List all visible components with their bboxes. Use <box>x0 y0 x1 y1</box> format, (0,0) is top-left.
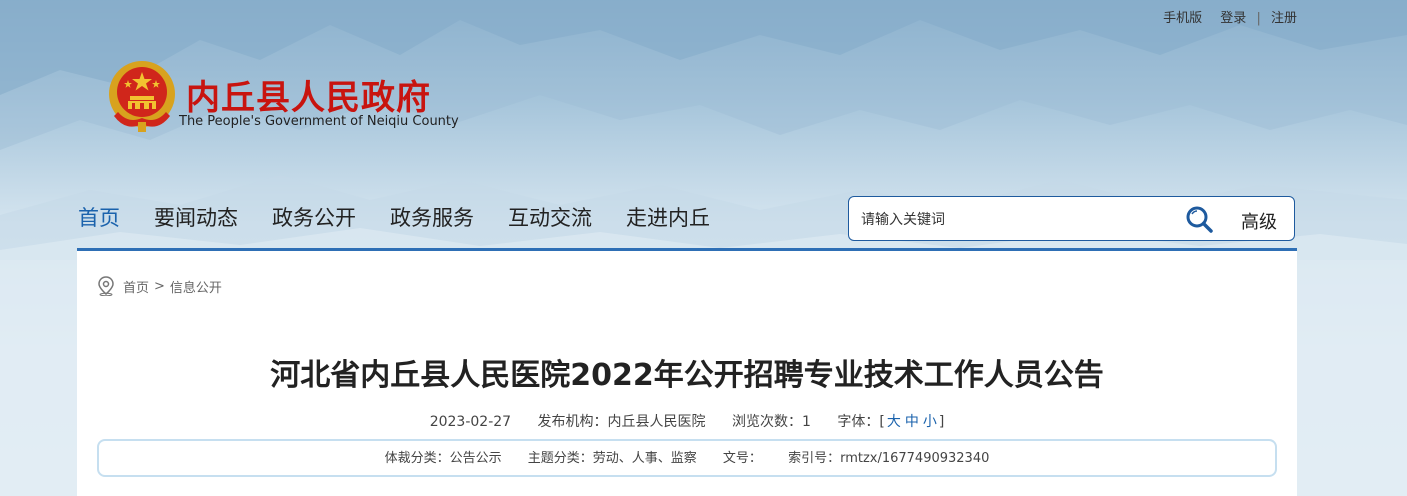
nav-divider <box>77 248 1297 251</box>
article-meta: 2023-02-27 发布机构：内丘县人民医院 浏览次数：1 字体：[大中小] <box>77 411 1297 431</box>
register-link[interactable]: 注册 <box>1271 11 1297 26</box>
font-size-label: 字体：[ <box>837 414 885 430</box>
search-input[interactable] <box>859 205 1173 235</box>
nav-item-gov-open[interactable]: 政务公开 <box>272 203 356 233</box>
mobile-version-link[interactable]: 手机版 <box>1163 11 1202 26</box>
font-medium-button[interactable]: 中 <box>903 414 921 430</box>
site-subtitle: The People's Government of Neiqiu County <box>179 114 459 129</box>
site-title: 内丘县人民政府 <box>186 78 431 118</box>
location-pin-icon <box>98 276 114 296</box>
login-link[interactable]: 登录 <box>1220 11 1246 26</box>
national-emblem-icon <box>109 61 175 132</box>
font-small-button[interactable]: 小 <box>921 414 939 430</box>
article-info-box: 体裁分类：公告公示 主题分类：劳动、人事、监察 文号： 索引号：rmtzx/16… <box>97 439 1277 477</box>
breadcrumb-current[interactable]: 信息公开 <box>170 277 222 296</box>
font-large-button[interactable]: 大 <box>885 414 903 430</box>
breadcrumb: 首页 > 信息公开 <box>97 276 222 296</box>
publisher: 发布机构：内丘县人民医院 <box>537 414 706 430</box>
search-icon[interactable] <box>1185 205 1215 235</box>
top-utility-bar: 手机版 登录 | 注册 <box>1163 7 1297 26</box>
nav-item-interaction[interactable]: 互动交流 <box>508 203 592 233</box>
publish-date: 2023-02-27 <box>429 414 512 430</box>
view-count: 浏览次数：1 <box>731 414 811 430</box>
nav-item-about[interactable]: 走进内丘 <box>626 203 710 233</box>
genre-field: 体裁分类：公告公示 <box>384 451 502 466</box>
font-size-control: 字体：[大中小] <box>837 414 944 430</box>
topic-field: 主题分类：劳动、人事、监察 <box>527 451 697 466</box>
nav-item-news[interactable]: 要闻动态 <box>154 203 238 233</box>
nav-item-home[interactable]: 首页 <box>78 203 120 233</box>
doc-number-field: 文号： <box>722 451 762 466</box>
breadcrumb-separator: > <box>154 278 165 294</box>
separator: | <box>1256 11 1261 26</box>
main-nav: 首页 要闻动态 政务公开 政务服务 互动交流 走进内丘 <box>78 203 744 233</box>
search-box: 高级 <box>848 196 1295 241</box>
advanced-search-link[interactable]: 高级 <box>1241 208 1277 234</box>
breadcrumb-home[interactable]: 首页 <box>123 277 149 296</box>
index-number-field: 索引号：rmtzx/1677490932340 <box>788 451 990 466</box>
font-size-bracket: ] <box>938 414 945 430</box>
nav-item-gov-service[interactable]: 政务服务 <box>390 203 474 233</box>
article-title: 河北省内丘县人民医院2022年公开招聘专业技术工作人员公告 <box>270 358 1104 393</box>
